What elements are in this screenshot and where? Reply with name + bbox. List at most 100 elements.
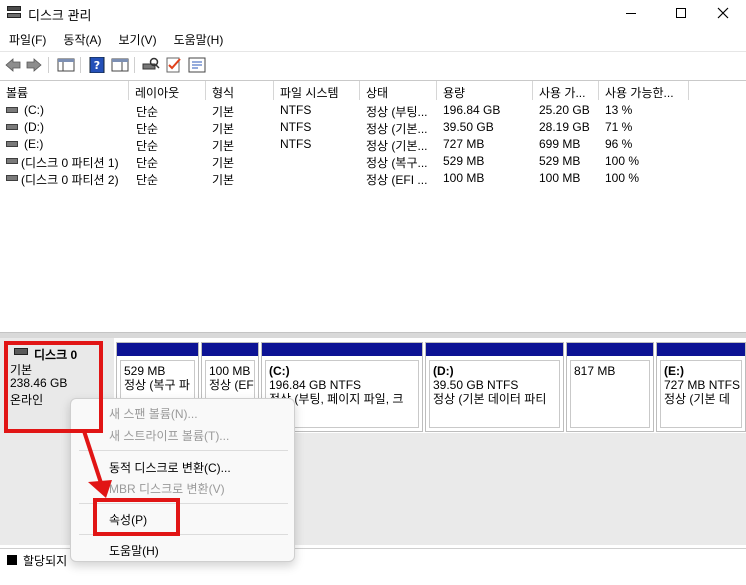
menu-item-convert-to-dynamic[interactable]: 동적 디스크로 변환(C)... (109, 459, 231, 476)
volume-icon (6, 107, 18, 113)
column-header-capacity[interactable]: 용량 (437, 81, 533, 100)
menu-view[interactable]: 보기(V) (109, 28, 164, 50)
properties-pane-icon[interactable] (111, 57, 129, 73)
volume-status: 정상 (EFI ... (366, 173, 428, 187)
volume-name: (D:) (24, 120, 44, 134)
volume-row[interactable]: (디스크 0 파티션 1) 단순 기본 정상 (복구... 529 MB 529… (0, 153, 746, 170)
volume-row[interactable]: (E:) 단순 기본 NTFS 정상 (기본... 727 MB 699 MB … (0, 136, 746, 153)
partition-bar (117, 343, 198, 356)
volume-row[interactable]: (C:) 단순 기본 NTFS 정상 (부팅... 196.84 GB 25.2… (0, 102, 746, 119)
partition-bar (262, 343, 422, 356)
volume-percent-free: 96 % (605, 137, 633, 151)
column-header-free-space[interactable]: 사용 가... (533, 81, 599, 100)
column-header-status[interactable]: 상태 (360, 81, 437, 100)
menu-item-help[interactable]: 도움말(H) (109, 542, 159, 559)
partition-size: 100 MB (209, 364, 251, 378)
unallocated-swatch (7, 555, 17, 565)
forward-arrow-icon[interactable] (25, 57, 43, 73)
partition-status: 정상 (복구 파 (124, 378, 190, 392)
maximize-button[interactable] (658, 0, 704, 26)
volume-layout: 단순 (136, 105, 159, 119)
partition-bar (567, 343, 653, 356)
maximize-icon (676, 8, 686, 18)
menu-item-new-striped-volume[interactable]: 새 스트라이프 볼륨(T)... (109, 427, 229, 444)
column-header-percent-free[interactable]: 사용 가능한... (599, 81, 689, 100)
column-header-layout[interactable]: 레이아웃 (129, 81, 206, 100)
volume-status: 정상 (부팅... (366, 105, 428, 119)
volume-file-system: NTFS (280, 137, 312, 151)
close-button[interactable] (700, 0, 746, 26)
title-bar: 디스크 관리 (0, 0, 746, 26)
partition-bar (657, 343, 745, 356)
volume-type: 기본 (212, 122, 235, 136)
annotation-box-properties (93, 498, 180, 536)
volume-percent-free: 13 % (605, 103, 633, 117)
minimize-icon (626, 12, 636, 14)
volume-name: (디스크 0 파티션 2) (21, 173, 119, 187)
partition-bar (202, 343, 258, 356)
volume-capacity: 529 MB (443, 154, 485, 168)
menu-file[interactable]: 파일(F) (0, 28, 54, 50)
menu-separator (79, 450, 288, 451)
volume-free-space: 100 MB (539, 171, 581, 185)
partition-size: 529 MB (124, 364, 166, 378)
volume-icon (6, 175, 18, 181)
volume-capacity: 196.84 GB (443, 103, 501, 117)
partition-size: 727 MB NTFS (664, 378, 741, 392)
volume-file-system: NTFS (280, 103, 312, 117)
volume-type: 기본 (212, 156, 235, 170)
volume-name: (C:) (24, 103, 44, 117)
volume-row[interactable]: (디스크 0 파티션 2) 단순 기본 정상 (EFI ... 100 MB 1… (0, 170, 746, 187)
menu-help[interactable]: 도움말(H) (165, 28, 232, 50)
volume-free-space: 28.19 GB (539, 120, 590, 134)
volume-file-system: NTFS (280, 120, 312, 134)
partition-size: 196.84 GB NTFS (269, 378, 362, 392)
volume-layout: 단순 (136, 156, 159, 170)
check-icon[interactable] (165, 57, 183, 73)
volume-percent-free: 100 % (605, 154, 640, 168)
menu-item-new-spanned-volume[interactable]: 새 스팬 볼륨(N)... (109, 405, 198, 422)
column-header-type[interactable]: 형식 (206, 81, 274, 100)
column-header-volume[interactable]: 볼륨 (0, 81, 129, 100)
partition-status: 정상 (EF (209, 378, 254, 392)
volume-capacity: 100 MB (443, 171, 485, 185)
volume-row[interactable]: (D:) 단순 기본 NTFS 정상 (기본... 39.50 GB 28.19… (0, 119, 746, 136)
window-title: 디스크 관리 (28, 8, 92, 23)
volume-capacity: 727 MB (443, 137, 485, 151)
volume-status: 정상 (기본... (366, 139, 428, 153)
close-icon (717, 7, 729, 19)
minimize-button[interactable] (608, 0, 654, 26)
column-header-file-system[interactable]: 파일 시스템 (274, 81, 360, 100)
volume-free-space: 529 MB (539, 154, 581, 168)
volume-list[interactable]: 볼륨 레이아웃 형식 파일 시스템 상태 용량 사용 가... 사용 가능한..… (0, 80, 746, 332)
toolbar: ? (0, 51, 746, 78)
volume-name: (디스크 0 파티션 1) (21, 156, 119, 170)
legend-unallocated: 할당되지 (23, 554, 68, 568)
partition-status: 정상 (기본 데이터 파티 (433, 392, 547, 406)
volume-percent-free: 71 % (605, 120, 633, 134)
partition-block[interactable]: (D:) 39.50 GB NTFS 정상 (기본 데이터 파티 (425, 342, 564, 432)
menu-item-convert-to-mbr[interactable]: MBR 디스크로 변환(V) (109, 480, 225, 497)
menu-action[interactable]: 동작(A) (54, 28, 109, 50)
rescan-disks-icon[interactable] (142, 57, 160, 73)
annotation-box-disk (4, 341, 103, 433)
volume-layout: 단순 (136, 139, 159, 153)
partition-label: (C:) (269, 364, 290, 378)
properties-icon[interactable] (188, 57, 206, 73)
svg-text:?: ? (94, 59, 100, 72)
partition-bar (426, 343, 563, 356)
help-icon[interactable]: ? (88, 57, 106, 73)
volume-layout: 단순 (136, 173, 159, 187)
volume-status: 정상 (기본... (366, 122, 428, 136)
partition-block[interactable]: (E:) 727 MB NTFS 정상 (기본 데 (656, 342, 746, 432)
partition-block[interactable]: 817 MB (566, 342, 654, 432)
console-tree-icon[interactable] (57, 57, 75, 73)
volume-name: (E:) (24, 137, 44, 151)
volume-layout: 단순 (136, 122, 159, 136)
partition-size: 39.50 GB NTFS (433, 378, 519, 392)
partition-size: 817 MB (574, 364, 616, 378)
volume-icon (6, 124, 18, 130)
back-arrow-icon[interactable] (4, 57, 22, 73)
volume-capacity: 39.50 GB (443, 120, 494, 134)
volume-list-header: 볼륨 레이아웃 형식 파일 시스템 상태 용량 사용 가... 사용 가능한..… (0, 81, 746, 100)
